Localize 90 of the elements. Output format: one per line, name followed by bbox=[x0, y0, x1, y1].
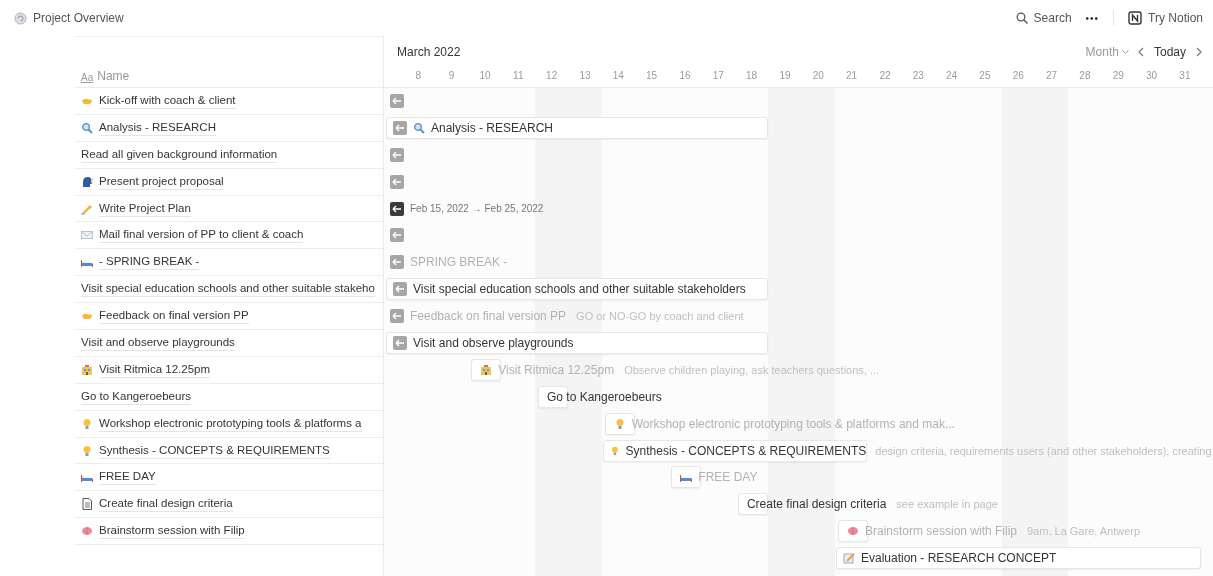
task-label: Brainstorm session with Filip bbox=[864, 524, 1017, 539]
day-label: 28 bbox=[1078, 70, 1092, 81]
task-label: Create final design criteria bbox=[746, 497, 887, 512]
task-note: Observe children playing, ask teachers questions, ... bbox=[624, 363, 880, 376]
text-type-icon: Aa bbox=[81, 72, 94, 83]
task-name[interactable]: Workshop electronic prototyping tools & platforms a bbox=[99, 415, 362, 432]
page-title[interactable]: Project Overview bbox=[33, 11, 124, 25]
task-name[interactable]: Mail final version of PP to client & coach bbox=[99, 227, 304, 244]
task-name[interactable]: Go to Kangeroebeurs bbox=[81, 388, 191, 405]
next-icon[interactable] bbox=[1194, 47, 1203, 57]
search-icon[interactable] bbox=[1015, 12, 1028, 24]
day-label: 19 bbox=[778, 70, 792, 81]
day-label: 21 bbox=[845, 70, 859, 81]
task-name[interactable]: Present project proposal bbox=[99, 173, 224, 190]
day-label: 14 bbox=[611, 70, 625, 81]
search-icon bbox=[413, 121, 425, 134]
day-label: 13 bbox=[578, 70, 592, 81]
task-name[interactable]: Kick-off with coach & client bbox=[99, 92, 236, 109]
task-name[interactable]: Read all given background information bbox=[81, 146, 278, 163]
day-label: 27 bbox=[1045, 70, 1059, 81]
day-label: 10 bbox=[478, 70, 492, 81]
timeline-bar[interactable]: Analysis - RESEARCH bbox=[386, 116, 769, 139]
search-icon bbox=[81, 121, 93, 134]
task-name[interactable]: - SPRING BREAK - bbox=[99, 254, 200, 271]
day-label: 11 bbox=[512, 70, 525, 81]
task-name[interactable]: Feedback on final version PP bbox=[99, 308, 249, 325]
page-icon bbox=[14, 11, 27, 25]
building-icon bbox=[81, 363, 93, 376]
day-label: 22 bbox=[878, 70, 892, 81]
more-menu[interactable]: ••• bbox=[1085, 12, 1100, 24]
previous-icon[interactable] bbox=[1136, 47, 1146, 57]
task-label: FREE DAY bbox=[698, 470, 758, 485]
lightbulb-icon bbox=[81, 417, 93, 430]
day-label: 18 bbox=[745, 70, 759, 81]
task-label: SPRING BREAK - bbox=[410, 255, 508, 270]
day-label: 24 bbox=[945, 70, 959, 81]
task-label: Visit special education schools and other suitable stakeholders bbox=[413, 282, 746, 297]
task-label: Analysis - RESEARCH bbox=[431, 120, 554, 135]
day-label: 23 bbox=[911, 70, 925, 81]
head-icon bbox=[81, 175, 93, 188]
task-note: see example in page bbox=[896, 498, 998, 511]
pen-icon bbox=[81, 202, 93, 215]
task-label: Evaluation - RESEARCH CONCEPT bbox=[860, 551, 1057, 566]
lightbulb-icon bbox=[609, 444, 620, 457]
task-label: Synthesis - CONCEPTS & REQUIREMENTS bbox=[625, 443, 867, 458]
task-label: Feedback on final version PP bbox=[410, 309, 567, 324]
day-label: 15 bbox=[645, 70, 659, 81]
day-label: 25 bbox=[978, 70, 992, 81]
day-label: 12 bbox=[545, 70, 559, 81]
task-label: Go to Kangeroebeurs bbox=[547, 389, 662, 404]
day-label: 8 bbox=[414, 70, 423, 81]
timeline-bar[interactable]: Synthesis - CONCEPTS & REQUIREMENTS bbox=[602, 439, 868, 462]
task-name[interactable]: FREE DAY bbox=[99, 469, 156, 486]
timeline-bar[interactable]: Visit and observe playgrounds bbox=[386, 332, 769, 354]
envelope-icon bbox=[81, 229, 93, 242]
task-label: Visit and observe playgrounds bbox=[413, 336, 574, 350]
task-name[interactable]: Analysis - RESEARCH bbox=[99, 119, 216, 136]
lightbulb-icon bbox=[613, 417, 626, 430]
chevron-down-icon bbox=[1121, 49, 1129, 55]
task-name[interactable]: Brainstorm session with Filip bbox=[99, 523, 245, 540]
month-label: March 2022 bbox=[397, 45, 461, 59]
timeline-bar[interactable]: Visit special education schools and other suitable stakeholders bbox=[386, 278, 769, 301]
day-label: 17 bbox=[711, 70, 725, 81]
task-name[interactable]: Write Project Plan bbox=[99, 200, 191, 217]
day-label: 20 bbox=[811, 70, 825, 81]
left-arrow-icon[interactable] bbox=[390, 201, 404, 216]
timeline-bar[interactable]: Evaluation - RESEARCH CONCEPT bbox=[835, 547, 1201, 570]
search-link[interactable]: Search bbox=[1033, 11, 1072, 25]
day-label: 29 bbox=[1111, 70, 1125, 81]
day-label: 26 bbox=[1011, 70, 1025, 81]
task-name[interactable]: Visit Ritmica 12.25pm bbox=[99, 361, 210, 378]
try-notion-link[interactable]: Try Notion bbox=[1148, 11, 1203, 25]
logo-icon bbox=[1128, 11, 1143, 25]
task-name[interactable]: Visit and observe playgrounds bbox=[81, 334, 235, 351]
notepad-icon bbox=[842, 552, 855, 565]
day-label: 31 bbox=[1178, 70, 1192, 81]
task-label: Visit Ritmica 12.25pm bbox=[498, 362, 615, 377]
lightbulb-icon bbox=[81, 444, 93, 457]
task-name[interactable]: Visit special education schools and other suitable stakeho bbox=[81, 281, 375, 298]
building-icon bbox=[480, 363, 493, 376]
task-label: Workshop electronic prototyping tools & platforms and mak... bbox=[631, 416, 955, 431]
day-label: 16 bbox=[678, 70, 692, 81]
date-range: Feb 15, 2022 → Feb 25, 2022 bbox=[410, 203, 544, 215]
task-name[interactable]: Create final design criteria bbox=[99, 496, 233, 513]
today-button[interactable]: Today bbox=[1153, 45, 1186, 59]
document-icon bbox=[81, 498, 93, 511]
task-note: 9am, La Gare, Antwerp bbox=[1027, 525, 1141, 538]
task-name[interactable]: Synthesis - CONCEPTS & REQUIREMENTS bbox=[99, 442, 330, 459]
day-label: 30 bbox=[1145, 70, 1159, 81]
day-label: 9 bbox=[447, 70, 456, 81]
